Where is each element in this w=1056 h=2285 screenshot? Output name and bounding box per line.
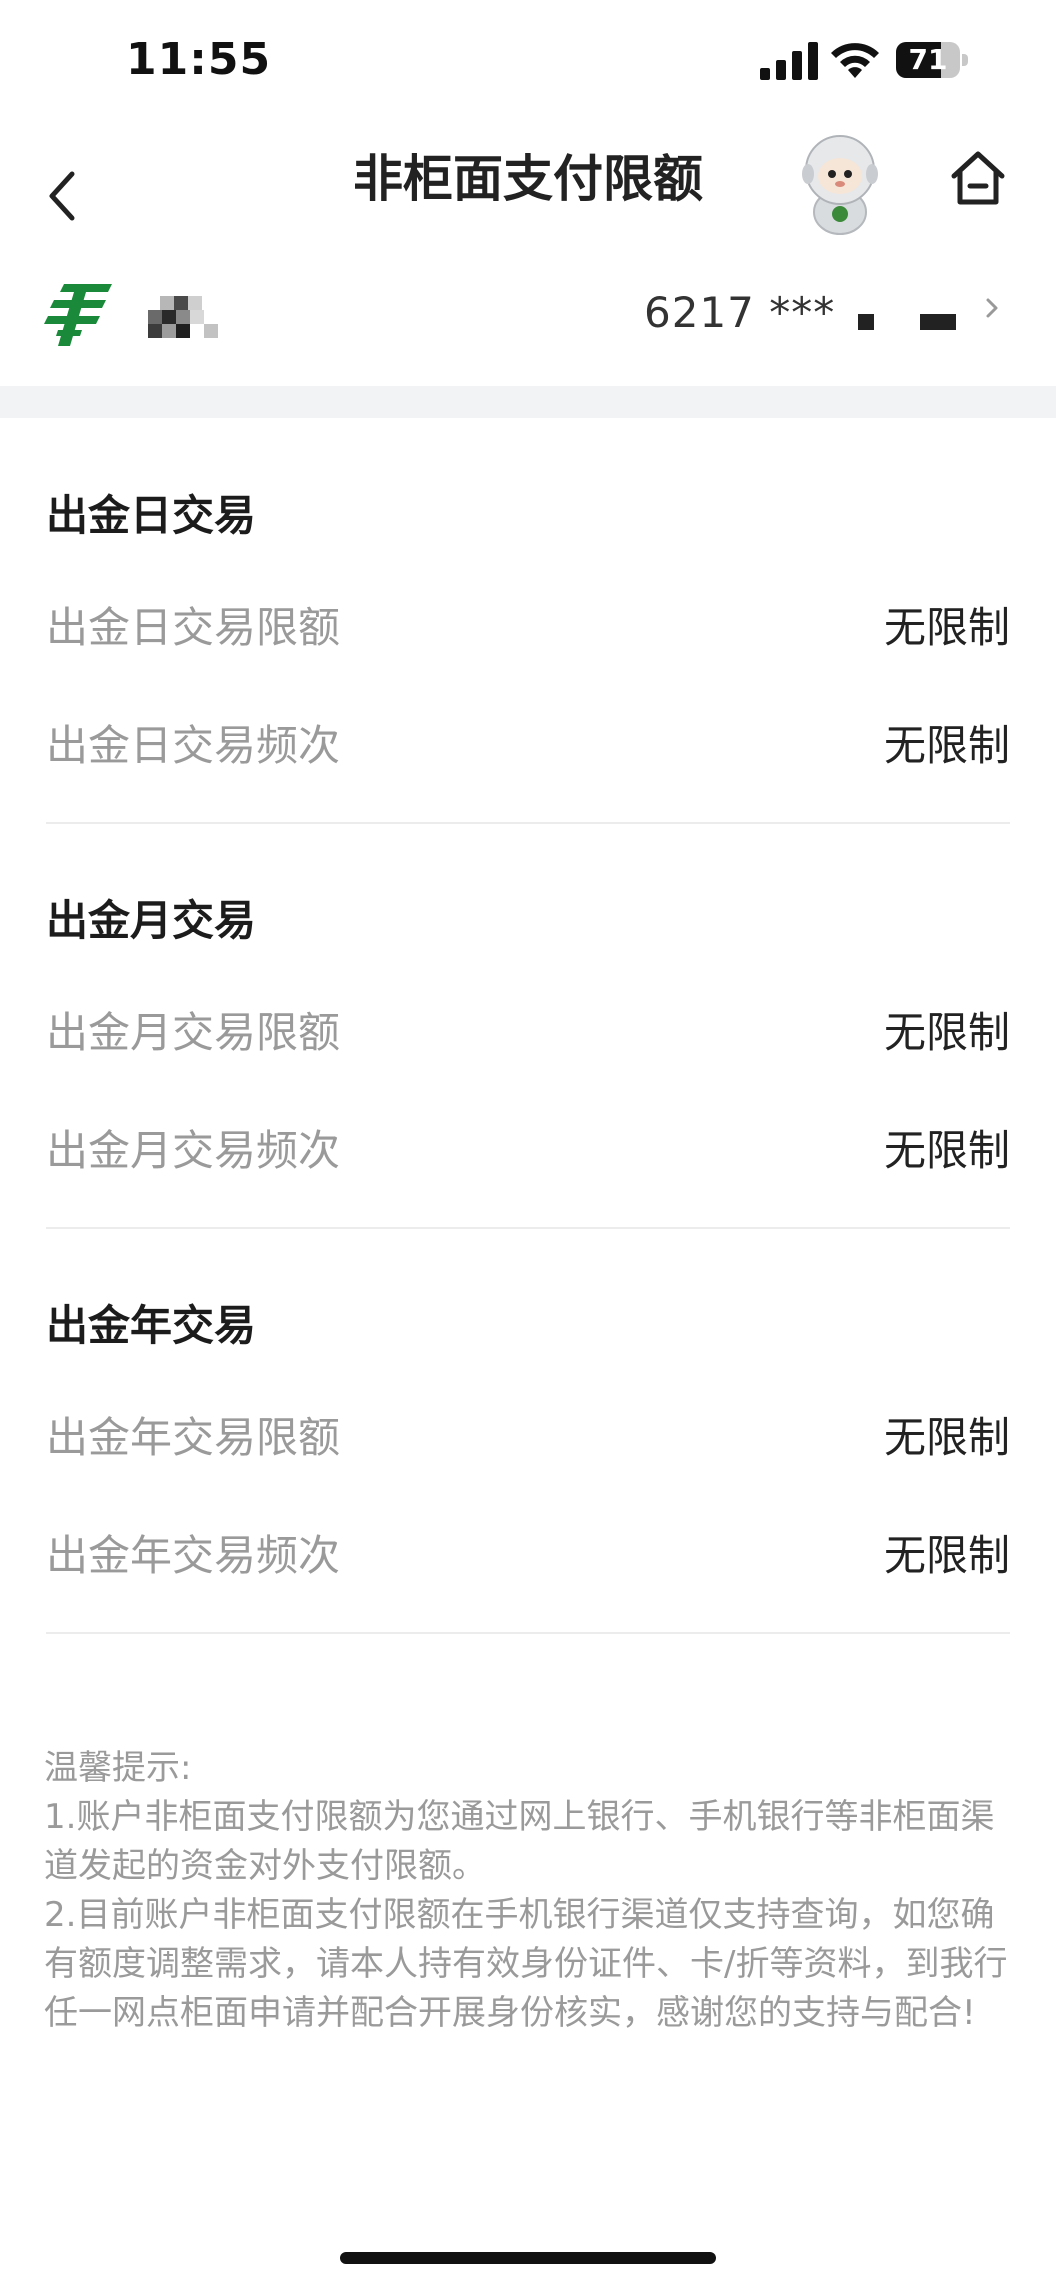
limit-row: 出金日交易限额 无限制 <box>46 594 1010 654</box>
section-title: 出金年交易 <box>46 1301 257 1350</box>
limit-value: 无限制 <box>883 1413 1010 1462</box>
divider <box>46 1632 1010 1634</box>
account-holder-name <box>148 296 218 338</box>
section-divider <box>0 386 1056 418</box>
wifi-icon <box>831 43 879 78</box>
postal-bank-logo-icon <box>44 284 112 346</box>
divider <box>46 1227 1010 1229</box>
battery-level: 71 <box>908 43 948 76</box>
limit-row: 出金月交易频次 无限制 <box>46 1117 1010 1177</box>
limit-row: 出金月交易限额 无限制 <box>46 999 1010 1059</box>
yearly-limit-section: 出金年交易 出金年交易限额 无限制 出金年交易频次 无限制 <box>46 1292 1010 1634</box>
nav-bar: 非柜面支付限额 <box>0 120 1056 260</box>
assistant-robot-icon[interactable] <box>790 128 890 238</box>
chevron-right-icon <box>986 298 998 318</box>
limit-value: 无限制 <box>883 603 1010 652</box>
limit-label: 出金年交易限额 <box>46 1413 341 1462</box>
limit-label: 出金日交易频次 <box>46 721 341 770</box>
status-time: 11:55 <box>126 34 272 85</box>
limit-label: 出金日交易限额 <box>46 603 341 652</box>
limit-row: 出金年交易频次 无限制 <box>46 1522 1010 1582</box>
battery-icon: 71 <box>896 42 970 78</box>
limit-label: 出金月交易频次 <box>46 1126 341 1175</box>
card-number-mask <box>920 314 956 330</box>
tips-notice: 温馨提示: 1.账户非柜面支付限额为您通过网上银行、手机银行等非柜面渠道发起的资… <box>44 1744 1014 2038</box>
divider <box>46 822 1010 824</box>
home-indicator[interactable] <box>340 2252 716 2264</box>
limit-value: 无限制 <box>883 1008 1010 1057</box>
back-button[interactable] <box>36 150 96 230</box>
limit-value: 无限制 <box>883 1531 1010 1580</box>
page-title: 非柜面支付限额 <box>353 150 703 208</box>
limit-row: 出金日交易频次 无限制 <box>46 712 1010 772</box>
cellular-signal-icon <box>760 42 818 80</box>
tips-line: 2.目前账户非柜面支付限额在手机银行渠道仅支持查询，如您确有额度调整需求，请本人… <box>44 1895 1008 2033</box>
tips-title: 温馨提示: <box>44 1748 192 1788</box>
monthly-limit-section: 出金月交易 出金月交易限额 无限制 出金月交易频次 无限制 <box>46 887 1010 1229</box>
tips-line: 1.账户非柜面支付限额为您通过网上银行、手机银行等非柜面渠道发起的资金对外支付限… <box>44 1797 995 1886</box>
home-icon[interactable] <box>946 146 1010 210</box>
limit-value: 无限制 <box>883 1126 1010 1175</box>
section-title: 出金月交易 <box>46 896 257 945</box>
limit-label: 出金年交易频次 <box>46 1531 341 1580</box>
limit-row: 出金年交易限额 无限制 <box>46 1404 1010 1464</box>
card-number: 6217 *** <box>644 288 836 337</box>
limit-value: 无限制 <box>883 721 1010 770</box>
account-selector[interactable]: 6217 *** <box>0 260 1056 386</box>
limit-label: 出金月交易限额 <box>46 1008 341 1057</box>
status-bar: 11:55 71 <box>0 0 1056 120</box>
card-number-mask <box>858 314 874 330</box>
section-title: 出金日交易 <box>46 491 257 540</box>
daily-limit-section: 出金日交易 出金日交易限额 无限制 出金日交易频次 无限制 <box>46 482 1010 824</box>
